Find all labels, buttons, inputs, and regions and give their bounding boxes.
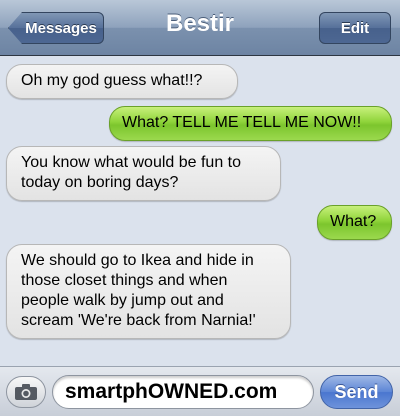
- message-bubble-incoming: You know what would be fun to today on b…: [6, 146, 281, 201]
- edit-button-label: Edit: [340, 19, 370, 37]
- messages-back-button[interactable]: Messages: [8, 12, 104, 44]
- message-bubble-outgoing: What? TELL ME TELL ME NOW!!: [109, 106, 392, 141]
- message-text: What? TELL ME TELL ME NOW!!: [122, 114, 362, 131]
- message-text: What?: [330, 213, 377, 230]
- message-text: You know what would be fun to today on b…: [21, 154, 242, 191]
- conversation-title: Bestir: [165, 10, 235, 37]
- camera-button[interactable]: [6, 376, 46, 408]
- message-bubble-incoming: We should go to Ikea and hide in those c…: [6, 244, 291, 339]
- send-button[interactable]: Send: [320, 375, 393, 409]
- camera-icon: [15, 384, 37, 400]
- edit-button[interactable]: Edit: [319, 12, 391, 44]
- compose-bar: smartphOWNED.com Send: [0, 366, 400, 416]
- message-input[interactable]: smartphOWNED.com: [52, 375, 314, 409]
- back-button-label: Messages: [25, 19, 97, 37]
- message-input-value: smartphOWNED.com: [65, 380, 278, 403]
- message-text: Oh my god guess what!!?: [21, 72, 203, 89]
- message-bubble-outgoing: What?: [317, 205, 392, 240]
- message-bubble-incoming: Oh my god guess what!!?: [6, 64, 238, 99]
- send-button-label: Send: [334, 381, 379, 402]
- navigation-bar: Messages Bestir Edit: [0, 0, 400, 56]
- message-text: We should go to Ikea and hide in those c…: [21, 252, 256, 329]
